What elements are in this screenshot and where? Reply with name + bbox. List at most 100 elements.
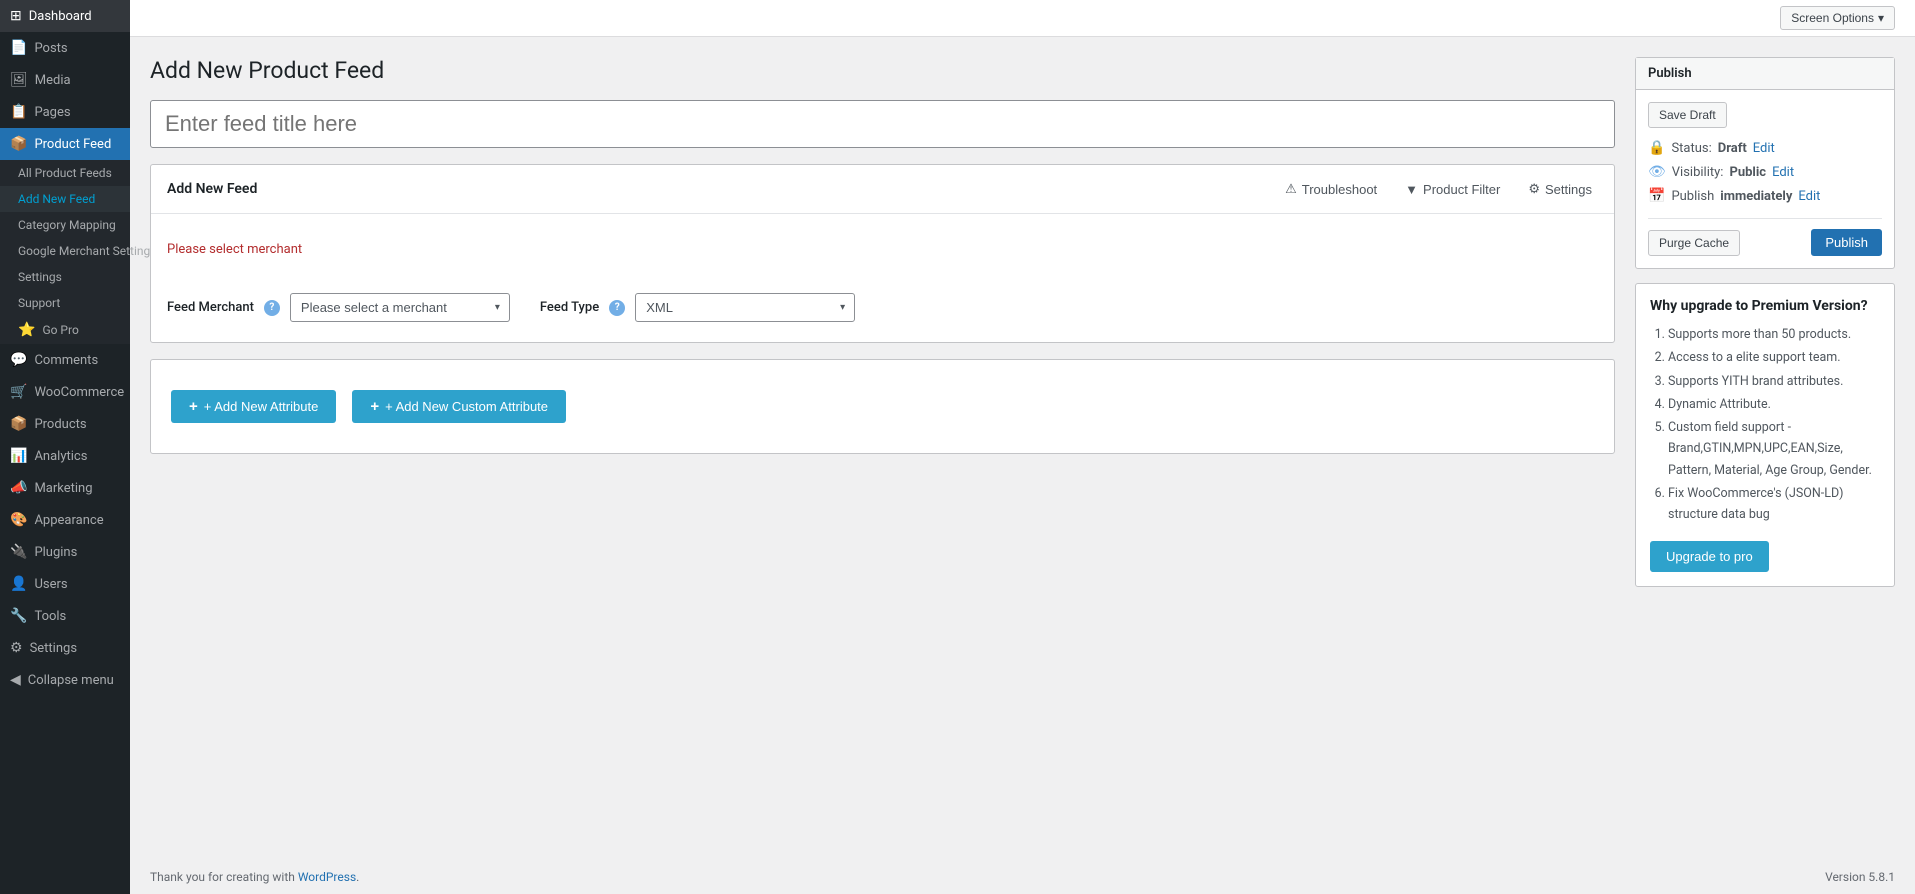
sidebar-item-posts[interactable]: 📄 Posts bbox=[0, 32, 130, 64]
footer: Thank you for creating with WordPress. V… bbox=[130, 860, 1915, 894]
dashboard-icon: ⊞ bbox=[10, 8, 22, 24]
sidebar-item-label: Dashboard bbox=[29, 9, 92, 24]
feed-card: Add New Feed ⚠ Troubleshoot ▼ Product Fi… bbox=[150, 164, 1615, 343]
visibility-edit-link[interactable]: Edit bbox=[1772, 165, 1794, 180]
sidebar-item-settings[interactable]: Settings bbox=[0, 264, 130, 290]
sidebar-item-label: Pages bbox=[34, 105, 70, 120]
add-new-feed-label: Add New Feed bbox=[18, 192, 95, 206]
analytics-icon: 📊 bbox=[10, 448, 27, 464]
publish-time-value: immediately bbox=[1720, 189, 1792, 204]
main-panel: Add New Product Feed Add New Feed ⚠ Trou… bbox=[150, 57, 1615, 454]
publish-box-title: Publish bbox=[1648, 66, 1692, 81]
products-icon: 📦 bbox=[10, 416, 27, 432]
feed-card-actions: ⚠ Troubleshoot ▼ Product Filter ⚙ Settin… bbox=[1279, 177, 1598, 201]
sidebar-item-google-merchant[interactable]: Google Merchant Settings bbox=[0, 238, 130, 264]
sidebar-item-go-pro[interactable]: ⭐ Go Pro bbox=[0, 316, 130, 344]
sidebar-item-collapse[interactable]: ◀ Collapse menu bbox=[0, 664, 130, 696]
publish-time-edit-link[interactable]: Edit bbox=[1798, 189, 1820, 204]
gear-icon: ⚙ bbox=[1528, 181, 1540, 197]
sidebar-item-add-new-feed[interactable]: Add New Feed bbox=[0, 186, 130, 212]
posts-icon: 📄 bbox=[10, 40, 27, 56]
sidebar-item-dashboard[interactable]: ⊞ Dashboard bbox=[0, 0, 130, 32]
sidebar-item-settings-main[interactable]: ⚙ Settings bbox=[0, 632, 130, 664]
sidebar-item-label: Products bbox=[34, 417, 86, 432]
list-item: Access to a elite support team. bbox=[1668, 347, 1880, 368]
sidebar-item-plugins[interactable]: 🔌 Plugins bbox=[0, 536, 130, 568]
main-content: Screen Options ▾ Add New Product Feed Ad… bbox=[130, 0, 1915, 894]
sidebar-item-label: Marketing bbox=[34, 481, 92, 496]
plus-icon-custom-attr: + bbox=[370, 398, 379, 415]
sidebar-item-woocommerce[interactable]: 🛒 WooCommerce bbox=[0, 376, 130, 408]
feed-type-label: Feed Type bbox=[540, 300, 599, 315]
visibility-label: Visibility: bbox=[1672, 165, 1724, 180]
sidebar-item-appearance[interactable]: 🎨 Appearance bbox=[0, 504, 130, 536]
publish-box-header: Publish bbox=[1636, 58, 1894, 90]
sidebar-item-label: Appearance bbox=[34, 513, 103, 528]
content-wrap: Add New Product Feed Add New Feed ⚠ Trou… bbox=[130, 37, 1915, 860]
sidebar-item-products[interactable]: 📦 Products bbox=[0, 408, 130, 440]
category-mapping-label: Category Mapping bbox=[18, 218, 116, 232]
settings-button[interactable]: ⚙ Settings bbox=[1522, 177, 1598, 201]
sidebar-item-pages[interactable]: 📋 Pages bbox=[0, 96, 130, 128]
star-icon: ⭐ bbox=[18, 322, 35, 338]
plugins-icon: 🔌 bbox=[10, 544, 27, 560]
settings-label: Settings bbox=[1545, 182, 1592, 197]
sidebar-item-label: Media bbox=[35, 73, 71, 88]
troubleshoot-button[interactable]: ⚠ Troubleshoot bbox=[1279, 177, 1383, 201]
status-row: 🔒 Status: Draft Edit bbox=[1648, 136, 1882, 160]
screen-options-button[interactable]: Screen Options ▾ bbox=[1780, 6, 1895, 30]
sidebar-item-users[interactable]: 👤 Users bbox=[0, 568, 130, 600]
marketing-icon: 📣 bbox=[10, 480, 27, 496]
sidebar-item-comments[interactable]: 💬 Comments bbox=[0, 344, 130, 376]
sidebar-item-marketing[interactable]: 📣 Marketing bbox=[0, 472, 130, 504]
pages-icon: 📋 bbox=[10, 104, 27, 120]
publish-button[interactable]: Publish bbox=[1811, 229, 1882, 256]
sidebar-item-tools[interactable]: 🔧 Tools bbox=[0, 600, 130, 632]
feed-merchant-label: Feed Merchant bbox=[167, 300, 254, 315]
sidebar-item-label: Tools bbox=[34, 609, 66, 624]
list-item: Dynamic Attribute. bbox=[1668, 394, 1880, 415]
sidebar-item-label: Posts bbox=[34, 41, 67, 56]
sidebar-item-label: Comments bbox=[34, 353, 98, 368]
status-edit-link[interactable]: Edit bbox=[1753, 141, 1775, 156]
sidebar-item-product-feed[interactable]: 📦 Product Feed bbox=[0, 128, 130, 160]
merchant-select[interactable]: Please select a merchant bbox=[290, 293, 510, 322]
sidebar: ⊞ Dashboard 📄 Posts 🖼 Media 📋 Pages 📦 Pr… bbox=[0, 0, 130, 894]
purge-cache-button[interactable]: Purge Cache bbox=[1648, 230, 1740, 256]
status-label: Status: bbox=[1671, 141, 1711, 156]
publish-time-label: Publish bbox=[1671, 189, 1714, 204]
feed-title-input[interactable] bbox=[150, 100, 1615, 148]
save-draft-button[interactable]: Save Draft bbox=[1648, 102, 1727, 128]
top-bar: Screen Options ▾ bbox=[130, 0, 1915, 37]
add-attribute-button[interactable]: + + Add New Attribute bbox=[171, 390, 336, 423]
product-feed-submenu: All Product Feeds Add New Feed Category … bbox=[0, 160, 130, 344]
sidebar-item-label: Analytics bbox=[34, 449, 87, 464]
list-item: Supports more than 50 products. bbox=[1668, 324, 1880, 345]
sidebar-item-media[interactable]: 🖼 Media bbox=[0, 64, 130, 96]
sidebar-item-category-mapping[interactable]: Category Mapping bbox=[0, 212, 130, 238]
add-attribute-label: + Add New Attribute bbox=[204, 399, 319, 414]
add-custom-attribute-button[interactable]: + + Add New Custom Attribute bbox=[352, 390, 566, 423]
premium-features-list: Supports more than 50 products. Access t… bbox=[1650, 324, 1880, 525]
visibility-value: Public bbox=[1729, 165, 1766, 180]
status-value: Draft bbox=[1718, 141, 1747, 156]
add-custom-attribute-label: + Add New Custom Attribute bbox=[385, 399, 548, 414]
publish-box: Publish Save Draft 🔒 Status: Draft Edit bbox=[1635, 57, 1895, 269]
feed-type-field-group: Feed Type ? XML CSV TSV JSON ▾ bbox=[540, 293, 855, 322]
sidebar-item-support[interactable]: Support bbox=[0, 290, 130, 316]
comments-icon: 💬 bbox=[10, 352, 27, 368]
calendar-icon: 📅 bbox=[1648, 188, 1665, 204]
sidebar-item-all-feeds[interactable]: All Product Feeds bbox=[0, 160, 130, 186]
upgrade-to-pro-button[interactable]: Upgrade to pro bbox=[1650, 541, 1769, 572]
sidebar-item-analytics[interactable]: 📊 Analytics bbox=[0, 440, 130, 472]
woocommerce-icon: 🛒 bbox=[10, 384, 27, 400]
feed-type-help-icon[interactable]: ? bbox=[609, 300, 625, 316]
sidebar-item-label: Settings bbox=[30, 641, 77, 656]
merchant-help-icon[interactable]: ? bbox=[264, 300, 280, 316]
wordpress-link[interactable]: WordPress bbox=[298, 870, 356, 884]
feed-type-select-wrap: XML CSV TSV JSON ▾ bbox=[635, 293, 855, 322]
feed-type-select[interactable]: XML CSV TSV JSON bbox=[635, 293, 855, 322]
product-filter-button[interactable]: ▼ Product Filter bbox=[1399, 178, 1506, 201]
sidebar-item-label: Users bbox=[34, 577, 67, 592]
sidebar-item-label: Plugins bbox=[34, 545, 77, 560]
